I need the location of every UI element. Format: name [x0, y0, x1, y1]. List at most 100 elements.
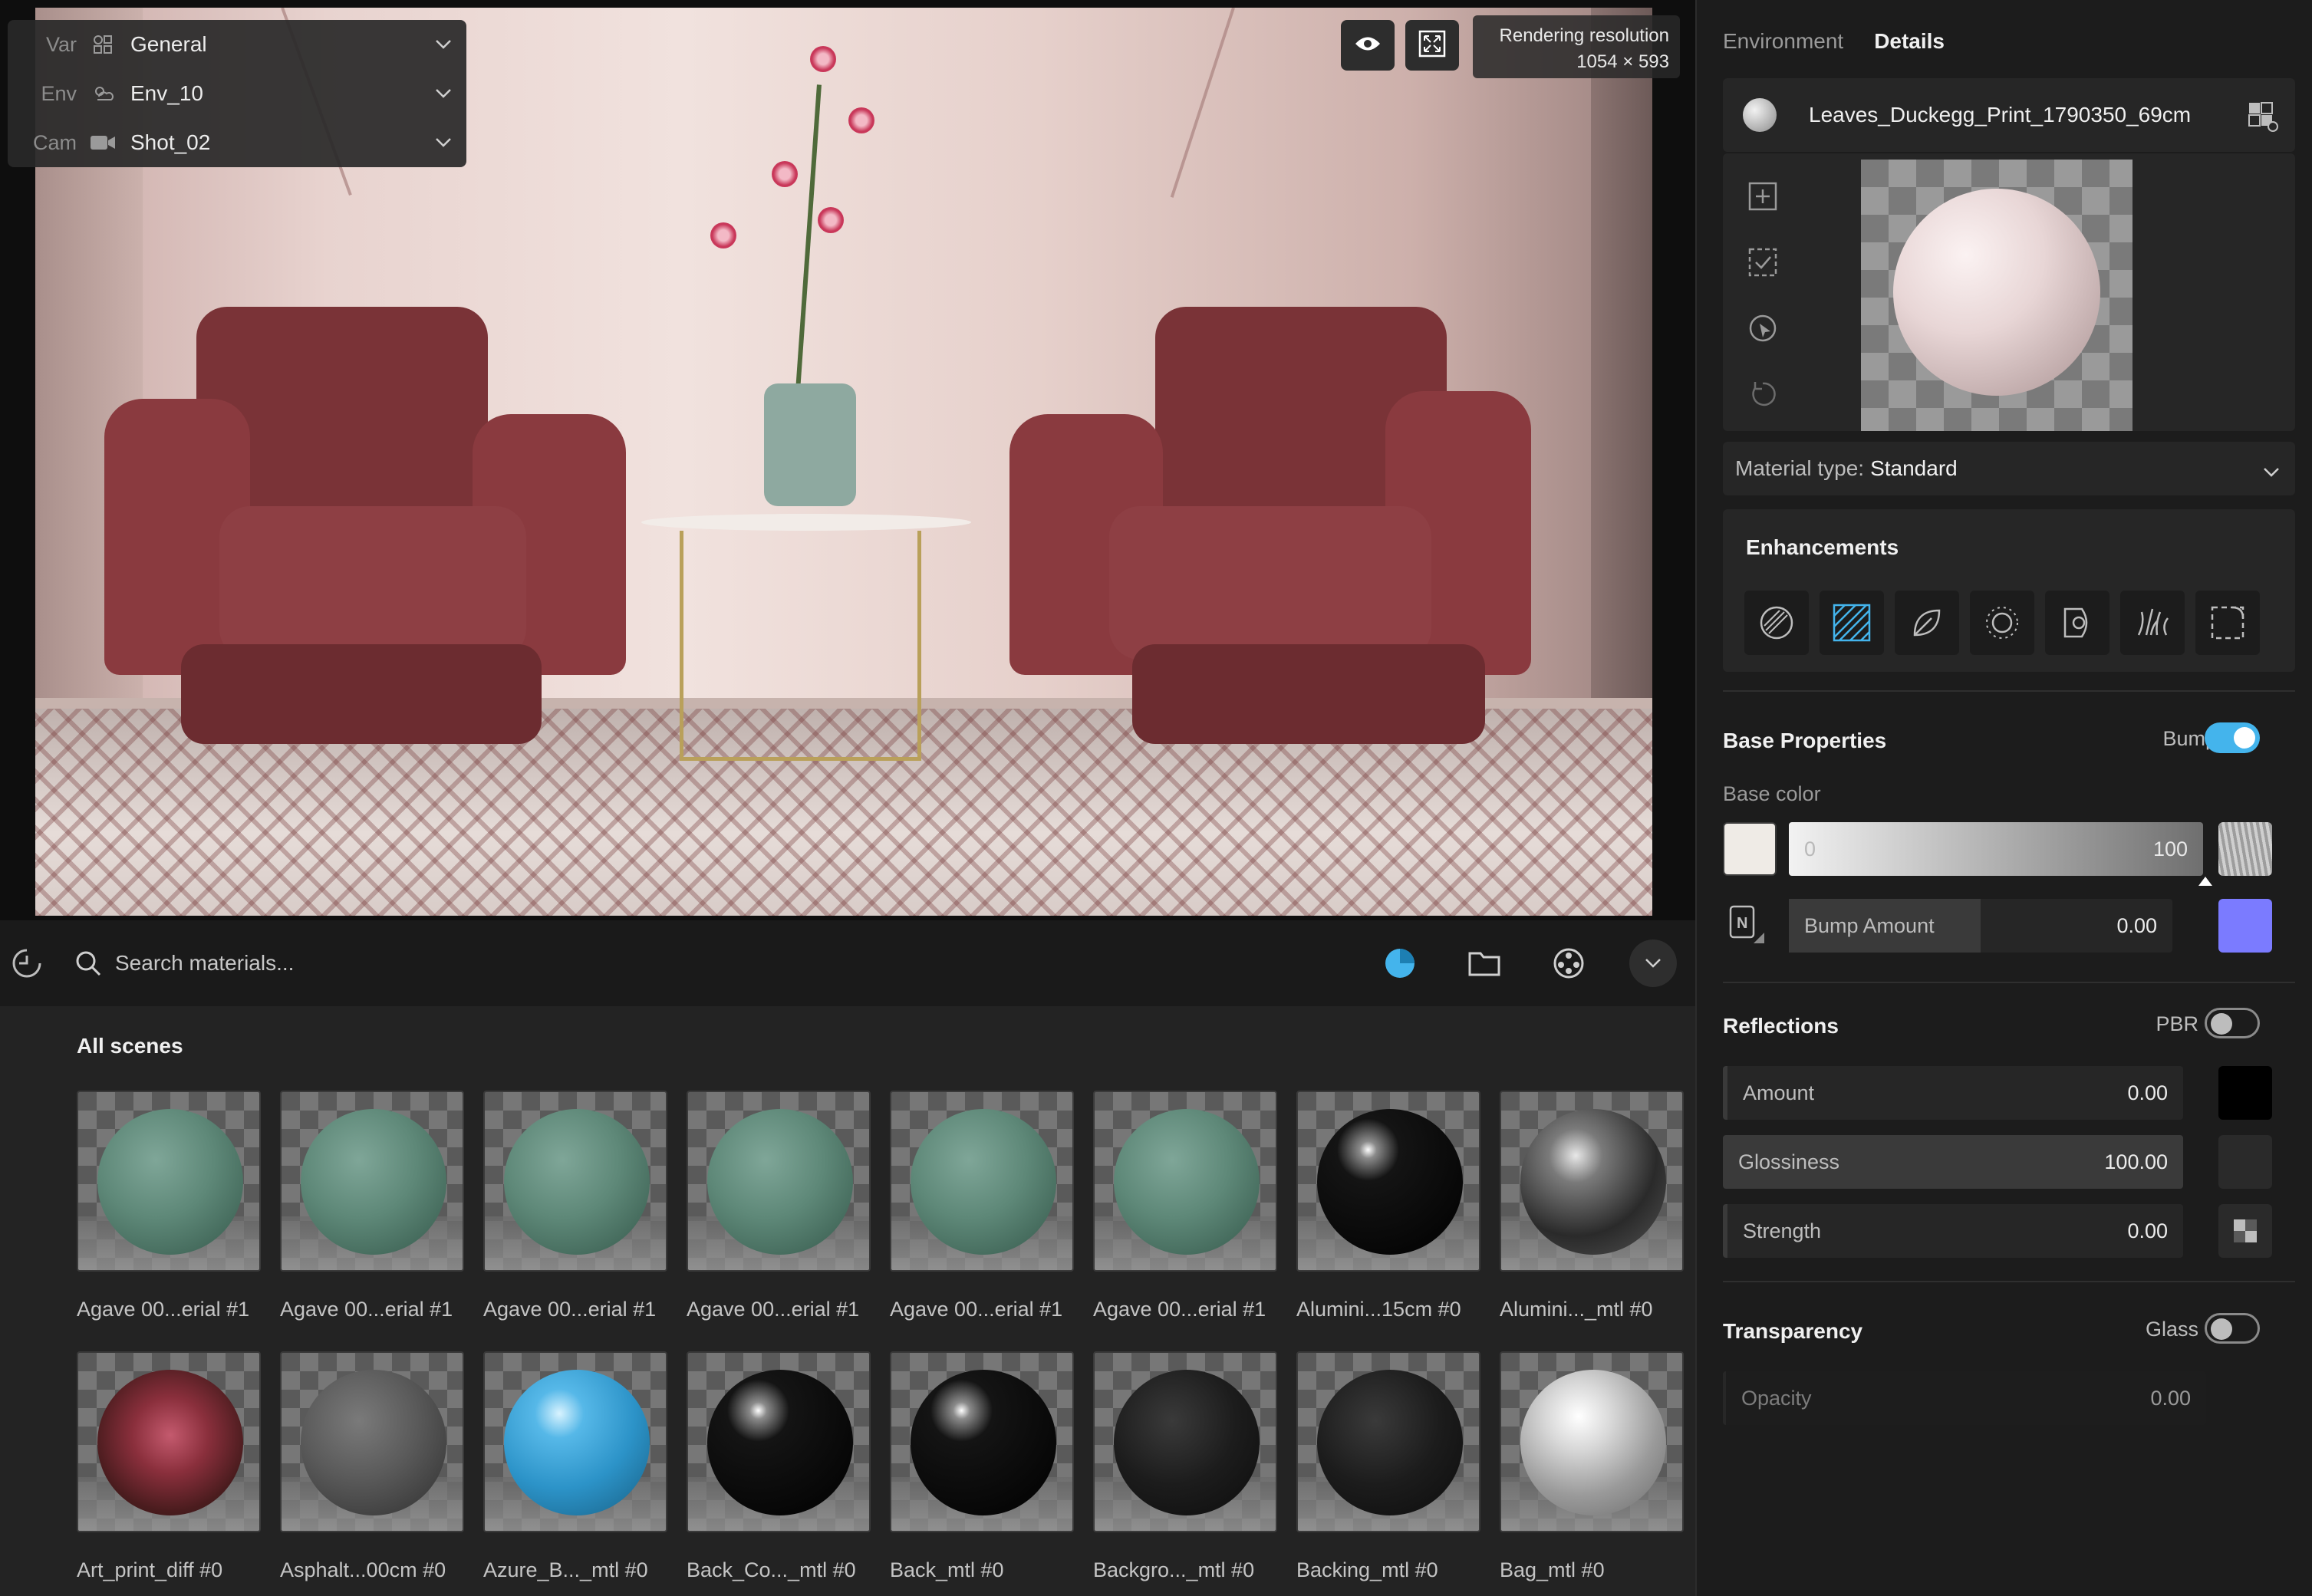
material-thumbnail[interactable] — [1296, 1351, 1480, 1532]
material-label: Agave 00...erial #1 — [890, 1298, 1063, 1321]
material-thumbnail[interactable] — [1093, 1091, 1277, 1272]
material-tile[interactable]: Backgro..._mtl #0 — [1093, 1351, 1277, 1582]
bump-amount-slider[interactable]: Bump Amount 0.00 — [1789, 899, 2172, 953]
pattern-icon — [1833, 604, 1871, 642]
material-thumbnail[interactable] — [1093, 1351, 1277, 1532]
strength-map-slot[interactable] — [2218, 1204, 2272, 1258]
enhancement-pattern-button[interactable] — [1820, 591, 1884, 655]
variant-selector[interactable]: Var General — [8, 20, 466, 69]
material-sphere — [301, 1109, 446, 1255]
material-label: Asphalt...00cm #0 — [280, 1558, 446, 1581]
reflection-color-swatch[interactable] — [2218, 1066, 2272, 1120]
visibility-button[interactable] — [1341, 20, 1395, 71]
material-thumbnail[interactable] — [1500, 1091, 1684, 1272]
material-type-select[interactable]: Material type: Standard — [1723, 442, 2295, 495]
reflection-amount-slider[interactable]: Amount 0.00 — [1723, 1066, 2183, 1120]
material-tile[interactable]: Agave 00...erial #1 — [687, 1091, 871, 1321]
enhancement-cutout-button[interactable] — [2195, 591, 2260, 655]
glossiness-slider[interactable]: Glossiness 100.00 — [1723, 1135, 2183, 1189]
folder-icon[interactable] — [1465, 944, 1503, 982]
strength-slider[interactable]: Strength 0.00 — [1723, 1204, 2183, 1258]
material-tile[interactable]: Agave 00...erial #1 — [1093, 1091, 1277, 1321]
fullscreen-button[interactable] — [1405, 20, 1459, 71]
svg-text:N: N — [1737, 915, 1747, 932]
material-label: Back_mtl #0 — [890, 1558, 1004, 1581]
glass-toggle[interactable] — [2205, 1313, 2260, 1344]
material-tile[interactable]: Agave 00...erial #1 — [77, 1091, 261, 1321]
opacity-slider[interactable]: Opacity 0.00 — [1723, 1371, 2206, 1425]
camera-icon — [84, 130, 121, 155]
material-sphere — [1317, 1109, 1463, 1255]
material-thumbnail[interactable] — [687, 1351, 871, 1532]
material-thumbnail[interactable] — [687, 1091, 871, 1272]
base-color-swatch[interactable] — [1723, 822, 1777, 876]
material-sphere — [504, 1109, 650, 1255]
history-icon[interactable] — [8, 944, 46, 982]
material-thumbnail[interactable] — [890, 1351, 1074, 1532]
material-browser: All scenes Agave 00...erial #1 Agave 00..… — [0, 920, 1695, 1596]
material-thumbnail[interactable] — [280, 1351, 464, 1532]
material-tile[interactable]: Azure_B..._mtl #0 — [483, 1351, 667, 1582]
material-tile[interactable]: Agave 00...erial #1 — [890, 1091, 1074, 1321]
material-tile[interactable]: Alumini...15cm #0 — [1296, 1091, 1480, 1321]
replace-material-icon[interactable] — [2248, 101, 2278, 136]
enhancement-fabric-button[interactable] — [2045, 591, 2109, 655]
collapse-browser-button[interactable] — [1629, 940, 1677, 987]
reflections-title: Reflections — [1723, 1014, 1839, 1038]
search-input[interactable] — [115, 943, 1266, 983]
reset-icon[interactable] — [1746, 377, 1780, 411]
material-thumbnail[interactable] — [483, 1351, 667, 1532]
divider — [1723, 982, 2295, 983]
pbr-toggle[interactable] — [2205, 1008, 2260, 1038]
material-thumbnail[interactable] — [890, 1091, 1074, 1272]
side-table-frame — [680, 531, 921, 761]
camera-selector[interactable]: Cam Shot_02 — [8, 118, 466, 167]
base-color-texture-thumb[interactable] — [2218, 822, 2272, 876]
side-table-top — [641, 514, 971, 531]
search-icon — [69, 944, 107, 982]
bump-toggle[interactable] — [2205, 722, 2260, 753]
material-tile[interactable]: Art_print_diff #0 — [77, 1351, 261, 1582]
material-name[interactable]: Leaves_Duckegg_Print_1790350_69cm — [1809, 103, 2295, 127]
environment-selector[interactable]: Env Env_10 — [8, 69, 466, 118]
enhancement-none-button[interactable] — [1744, 591, 1809, 655]
add-material-icon[interactable] — [1746, 179, 1780, 213]
variant-key: Var — [45, 32, 77, 56]
material-tile[interactable]: Backing_mtl #0 — [1296, 1351, 1480, 1582]
glossiness-label: Glossiness — [1738, 1150, 1840, 1173]
base-color-max: 100 — [2152, 837, 2188, 861]
material-thumbnail[interactable] — [1500, 1351, 1684, 1532]
slider-handle-icon[interactable] — [2198, 876, 2212, 890]
material-thumbnail[interactable] — [1296, 1091, 1480, 1272]
opacity-label: Opacity — [1741, 1386, 1812, 1410]
material-thumbnail[interactable] — [483, 1091, 667, 1272]
material-sphere — [707, 1370, 853, 1515]
tab-environment[interactable]: Environment — [1723, 29, 1843, 54]
render-viewport[interactable]: Var General Env Env_10 Cam Shot_02 Rende… — [0, 0, 1695, 920]
enhancement-leaf-button[interactable] — [1895, 591, 1959, 655]
enhancement-grass-button[interactable] — [2120, 591, 2185, 655]
bump-color-swatch[interactable] — [2218, 899, 2272, 953]
material-tile[interactable]: Asphalt...00cm #0 — [280, 1351, 464, 1582]
material-tile[interactable]: Back_mtl #0 — [890, 1351, 1074, 1582]
material-tile[interactable]: Agave 00...erial #1 — [483, 1091, 667, 1321]
material-thumbnail[interactable] — [77, 1351, 261, 1532]
variant-icon — [84, 32, 121, 57]
material-thumbnail[interactable] — [280, 1091, 464, 1272]
material-tile[interactable]: Bag_mtl #0 — [1500, 1351, 1684, 1582]
material-sphere-icon[interactable] — [1381, 944, 1419, 982]
normal-map-icon[interactable]: N — [1727, 902, 1766, 952]
material-tile[interactable]: Agave 00...erial #1 — [280, 1091, 464, 1321]
base-color-slider[interactable]: 0 100 — [1789, 822, 2203, 876]
material-library-icon[interactable] — [1550, 944, 1588, 982]
tab-details[interactable]: Details — [1874, 29, 1945, 54]
material-thumbnail[interactable] — [77, 1091, 261, 1272]
material-tile[interactable]: Alumini..._mtl #0 — [1500, 1091, 1684, 1321]
material-tile[interactable]: Back_Co..._mtl #0 — [687, 1351, 871, 1582]
glossiness-value: 100.00 — [2104, 1150, 2168, 1173]
select-objects-icon[interactable] — [1746, 245, 1780, 279]
transparency-title: Transparency — [1723, 1319, 1863, 1343]
enhancement-sun-button[interactable] — [1970, 591, 2034, 655]
pick-material-icon[interactable] — [1746, 311, 1780, 345]
glossiness-map-slot[interactable] — [2218, 1135, 2272, 1189]
